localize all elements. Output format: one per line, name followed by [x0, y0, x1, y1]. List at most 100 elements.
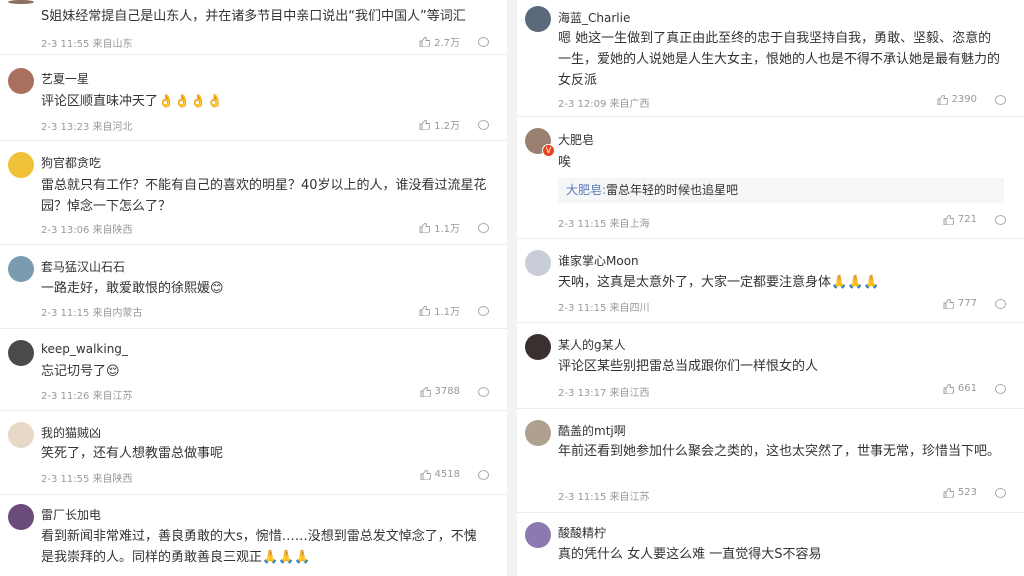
username[interactable]: 酷盖的mtj啊 [558, 422, 626, 439]
comment-bubble-icon[interactable] [995, 487, 1006, 498]
avatar-image [8, 504, 34, 530]
avatar-image [525, 522, 551, 548]
like-icon[interactable] [420, 469, 431, 480]
like-count: 1.1万 [434, 224, 460, 235]
quoted-reply[interactable]: 大肥皂:雷总年轻的时候也追星吧 [558, 178, 1004, 203]
avatar[interactable] [8, 256, 34, 282]
avatar-image [525, 420, 551, 446]
username[interactable]: 谁家掌心Moon [558, 252, 639, 269]
comment-item: 海蓝_Charlie 嗯 她这一生做到了真正由此至终的忠于自我坚持自我，勇敢、坚… [517, 0, 1024, 117]
like-count: 661 [957, 383, 977, 394]
comment-meta: 2-3 11:55 来自陕西 [41, 474, 133, 485]
comment-item: 套马猛汉山石石 一路走好，敢爱敢恨的徐熙媛😊 2-3 11:15 来自内蒙古 1… [0, 244, 507, 329]
comment-text: S姐妹经常提自己是山东人，并在诸多节目中亲口说出“我们中国人”等词汇 [41, 9, 466, 24]
comment-bubble-icon[interactable] [995, 298, 1006, 309]
like-icon[interactable] [943, 487, 954, 498]
like-count: 4518 [434, 469, 460, 480]
username[interactable]: 酸酸精柠 [558, 524, 606, 541]
avatar-image [8, 256, 34, 282]
avatar[interactable] [525, 6, 551, 32]
avatar-image [8, 152, 34, 178]
comment-bubble-icon[interactable] [478, 222, 489, 233]
username[interactable]: 套马猛汉山石石 [41, 258, 125, 275]
avatar[interactable] [8, 504, 34, 530]
avatar[interactable] [525, 334, 551, 360]
avatar-image [525, 334, 551, 360]
comment-item: 某人的g某人 评论区某些别把雷总当成跟你们一样恨女的人 2-3 13:17 来自… [517, 322, 1024, 409]
comment-actions: 777 [943, 298, 1006, 309]
comment-meta: 2-3 11:15 来自内蒙古 [41, 308, 143, 319]
like-icon[interactable] [943, 383, 954, 394]
username[interactable]: 大肥皂 [558, 131, 594, 148]
like-count: 2390 [951, 94, 977, 105]
comment-item: 艺夏一星 评论区顺直味冲天了👌👌👌👌 2-3 13:23 来自河北 1.2万 [0, 54, 507, 141]
username[interactable]: 艺夏一星 [41, 70, 89, 87]
avatar-image [525, 6, 551, 32]
like-count: 777 [957, 298, 977, 309]
like-icon[interactable] [419, 119, 431, 130]
reply-username[interactable]: 大肥皂: [566, 183, 606, 197]
avatar[interactable] [8, 0, 34, 4]
reply-text: 雷总年轻的时候也追星吧 [606, 183, 739, 197]
comment-actions: 661 [943, 383, 1006, 394]
username[interactable]: 某人的g某人 [558, 336, 626, 353]
comment-text: 评论区某些别把雷总当成跟你们一样恨女的人 [558, 359, 819, 374]
avatar[interactable] [8, 422, 34, 448]
comment-item: 雷厂长加电 看到新闻非常难过，善良勇敢的大s，惋惜……没想到雷总发文悼念了，不愧… [0, 494, 507, 576]
comment-meta: 2-3 11:26 来自江苏 [41, 391, 133, 402]
comment-bubble-icon[interactable] [995, 214, 1006, 225]
comment-item: 狗官都贪吃 雷总就只有工作？不能有自己的喜欢的明星？40岁以上的人，谁没看过流星… [0, 140, 507, 245]
comment-item: 酷盖的mtj啊 年前还看到她参加什么聚会之类的，这也太突然了，世事无常，珍惜当下… [517, 408, 1024, 513]
avatar[interactable] [525, 420, 551, 446]
username[interactable]: 狗官都贪吃 [41, 154, 101, 171]
like-icon[interactable] [419, 222, 431, 233]
avatar[interactable] [8, 340, 34, 366]
username[interactable]: keep_walking_ [41, 342, 128, 356]
like-count: 2.7万 [434, 38, 460, 49]
comment-text: 天呐，这真是太意外了，大家一定都要注意身体🙏🙏🙏 [558, 275, 880, 290]
comment-text: 一路走好，敢爱敢恨的徐熙媛😊 [41, 281, 224, 296]
comment-bubble-icon[interactable] [478, 469, 489, 480]
comment-bubble-icon[interactable] [478, 386, 489, 397]
comment-actions: 4518 [420, 469, 489, 480]
comment-meta: 2-3 13:23 来自河北 [41, 122, 133, 133]
comment-actions: 2390 [937, 94, 1006, 105]
like-icon[interactable] [419, 305, 431, 316]
avatar-image [8, 68, 34, 94]
comment-bubble-icon[interactable] [995, 94, 1006, 105]
comment-bubble-icon[interactable] [995, 383, 1006, 394]
avatar[interactable] [525, 522, 551, 548]
comment-item: 酸酸精柠 真的凭什么 女人要这么难 一直觉得大S不容易 [517, 512, 1024, 576]
comment-meta: 2-3 11:55 来自山东 [41, 39, 133, 50]
like-icon[interactable] [420, 386, 431, 397]
like-count: 3788 [434, 386, 460, 397]
avatar-image [8, 422, 34, 448]
avatar-image [8, 0, 34, 4]
avatar[interactable] [8, 68, 34, 94]
comment-item: 我的猫贼凶 笑死了，还有人想教雷总做事呢 2-3 11:55 来自陕西 4518 [0, 410, 507, 495]
comment-actions: 3788 [420, 386, 489, 397]
avatar[interactable] [525, 250, 551, 276]
comment-text: 笑死了，还有人想教雷总做事呢 [41, 446, 224, 461]
like-icon[interactable] [937, 94, 948, 105]
avatar[interactable] [8, 152, 34, 178]
comment-text: 评论区顺直味冲天了👌👌👌👌 [41, 94, 223, 109]
comment-text: 看到新闻非常难过，善良勇敢的大s，惋惜……没想到雷总发文悼念了，不愧是我崇拜的人… [41, 529, 477, 565]
like-icon[interactable] [419, 36, 431, 47]
comment-actions: 1.1万 [419, 303, 489, 318]
like-icon[interactable] [943, 214, 954, 225]
comment-bubble-icon[interactable] [478, 36, 489, 47]
comment-bubble-icon[interactable] [478, 119, 489, 130]
comment-meta: 2-3 13:17 来自江西 [558, 388, 650, 399]
username[interactable]: 我的猫贼凶 [41, 424, 101, 441]
comment-item: V 大肥皂 唉 大肥皂:雷总年轻的时候也追星吧 2-3 11:15 来自上海 7… [517, 116, 1024, 239]
comment-text: 年前还看到她参加什么聚会之类的，这也太突然了，世事无常，珍惜当下吧。 [558, 444, 1001, 459]
right-comment-column: 海蓝_Charlie 嗯 她这一生做到了真正由此至终的忠于自我坚持自我，勇敢、坚… [517, 0, 1024, 576]
like-icon[interactable] [943, 298, 954, 309]
username[interactable]: 海蓝_Charlie [558, 9, 630, 26]
comment-bubble-icon[interactable] [478, 305, 489, 316]
comment-text: 真的凭什么 女人要这么难 一直觉得大S不容易 [558, 547, 822, 562]
like-count: 1.2万 [434, 121, 460, 132]
comment-meta: 2-3 11:15 来自四川 [558, 303, 650, 314]
username[interactable]: 雷厂长加电 [41, 506, 101, 523]
